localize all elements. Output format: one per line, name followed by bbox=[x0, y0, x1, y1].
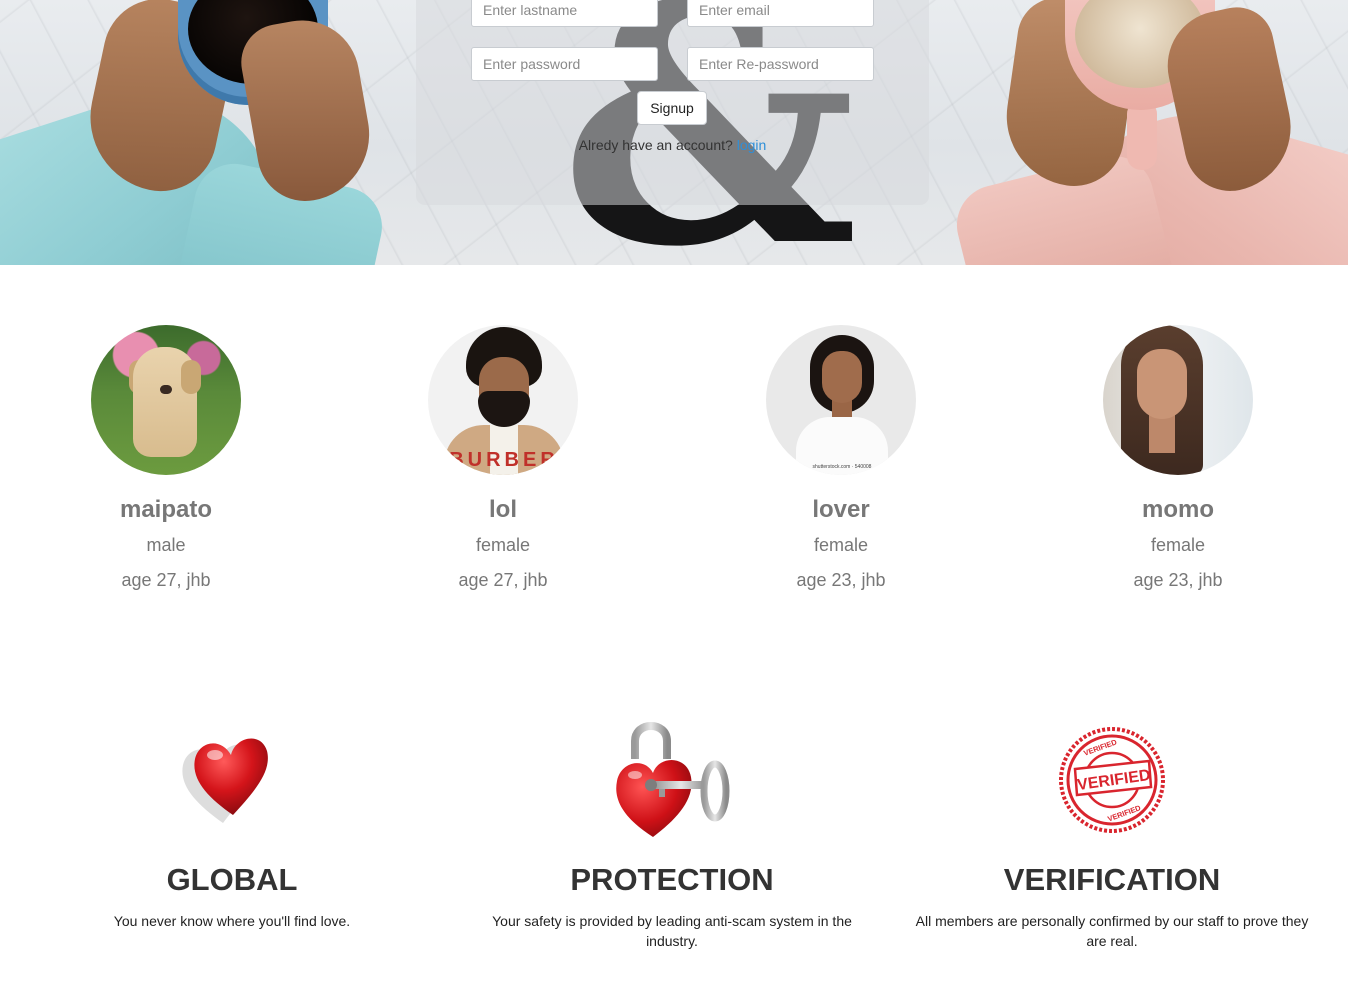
verified-stamp-icon: VERIFIED VERIFIED VERIFIED bbox=[1047, 715, 1177, 845]
login-prompt: Alredy have an account? login bbox=[540, 137, 805, 154]
login-link[interactable]: login bbox=[737, 137, 767, 153]
email-input[interactable] bbox=[687, 0, 874, 27]
avatar[interactable] bbox=[1103, 325, 1253, 475]
feature-text: All members are personally confirmed by … bbox=[915, 913, 1309, 949]
repassword-input[interactable] bbox=[687, 47, 874, 81]
heart-lock-key-icon bbox=[607, 715, 737, 845]
avatar[interactable]: BURBER bbox=[428, 325, 578, 475]
feature-text: You never know where you'll find love. bbox=[113, 913, 351, 929]
avatar-watermark: shutterstock.com · 540008 bbox=[812, 464, 872, 470]
avatar-shirt-text: BURBER bbox=[449, 449, 559, 471]
hero-banner: & bbox=[0, 0, 1348, 265]
feature-title: VERIFICATION bbox=[1003, 862, 1221, 897]
feature-title: GLOBAL bbox=[166, 862, 298, 897]
profile-card[interactable]: shutterstock.com · 540008 lover female a… bbox=[691, 325, 991, 591]
profile-card[interactable]: BURBER lol female age 27, jhb bbox=[353, 325, 653, 591]
account-prompt-text: Alredy have an account? bbox=[578, 137, 733, 153]
profile-age: age 23, jhb bbox=[1133, 570, 1223, 590]
password-input[interactable] bbox=[471, 47, 658, 81]
profile-age: age 27, jhb bbox=[458, 570, 548, 590]
profile-age: age 23, jhb bbox=[796, 570, 886, 590]
profile-name[interactable]: lol bbox=[353, 496, 653, 524]
feature-protection: PROTECTION Your safety is provided by le… bbox=[462, 715, 882, 951]
profile-name[interactable]: momo bbox=[1028, 496, 1328, 524]
profile-name[interactable]: maipato bbox=[16, 496, 316, 524]
signup-button[interactable]: Signup bbox=[637, 91, 707, 125]
feature-text: Your safety is provided by leading anti-… bbox=[492, 913, 852, 949]
heart-icon bbox=[167, 715, 297, 845]
avatar[interactable] bbox=[91, 325, 241, 475]
feature-verification: VERIFIED VERIFIED VERIFIED VERIFICATION … bbox=[902, 715, 1322, 951]
profile-age: age 27, jhb bbox=[121, 570, 211, 590]
profile-gender: female bbox=[1150, 535, 1206, 555]
avatar[interactable]: shutterstock.com · 540008 bbox=[766, 325, 916, 475]
hero-mug-handle-right bbox=[1127, 100, 1157, 170]
profile-card[interactable]: maipato male age 27, jhb bbox=[16, 325, 316, 591]
feature-global: GLOBAL You never know where you'll find … bbox=[22, 715, 442, 931]
lastname-input[interactable] bbox=[471, 0, 658, 27]
profile-gender: female bbox=[813, 535, 869, 555]
profile-name[interactable]: lover bbox=[691, 496, 991, 524]
profile-gender: female bbox=[475, 535, 531, 555]
profile-card[interactable]: momo female age 23, jhb bbox=[1028, 325, 1328, 591]
profile-gender: male bbox=[146, 535, 186, 555]
feature-title: PROTECTION bbox=[570, 862, 774, 897]
